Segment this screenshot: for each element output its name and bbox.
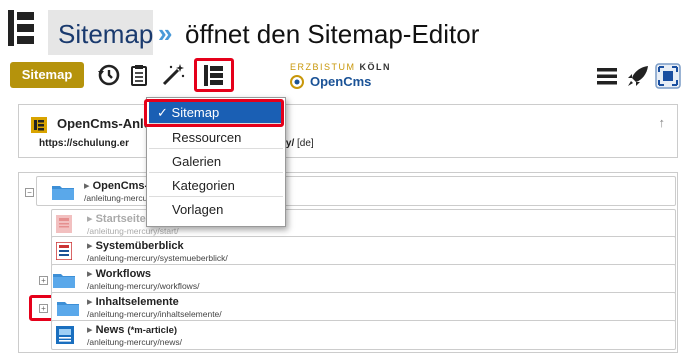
title-description: öffnet den Sitemap-Editor [185, 19, 480, 49]
menu-item-kategorien[interactable]: Kategorien [149, 175, 283, 197]
sitemap-tree: − ▸ OpenCms-Anlei /anleitung-mercury/ ▸ … [18, 172, 678, 353]
tree-item-label: Workflows [95, 268, 152, 280]
sitemap-button[interactable]: Sitemap [10, 62, 84, 88]
sitemap-page-icon [31, 117, 47, 133]
title-row: Sitemap » öffnet den Sitemap-Editor [0, 0, 683, 58]
tree-item-name: ▸ Systemüberblick [87, 239, 184, 252]
tree-item-path: /anleitung-mercury/news/ [87, 337, 182, 347]
tree-arrow: ▸ [87, 213, 93, 225]
clipboard-icon[interactable] [126, 62, 152, 88]
title-chip-label: Sitemap [58, 19, 154, 49]
tree-arrow: ▸ [87, 268, 93, 280]
history-icon[interactable] [96, 62, 122, 88]
tree-item-type: (*m-article) [127, 325, 178, 336]
fullscreen-icon[interactable] [655, 63, 681, 89]
tree-item-name: ▸ Inhaltselemente [87, 295, 179, 308]
logo-top-a: ERZBISTUM [290, 62, 356, 72]
folder-icon [52, 186, 74, 200]
menu-item-galerien[interactable]: Galerien [149, 151, 283, 173]
tree-item-label: Inhaltselemente [95, 296, 179, 308]
menu-item-vorlagen[interactable]: Vorlagen [149, 199, 283, 221]
title-arrow: » [158, 18, 173, 48]
title-chip: Sitemap [48, 10, 153, 55]
page-icon [56, 215, 72, 233]
tree-item-path: /anleitung-mercury/workflows/ [87, 281, 200, 291]
logo: ERZBISTUM KÖLN OpenCms [290, 62, 420, 90]
sitemap-icon-highlight [194, 58, 234, 92]
breadcrumb-url-prefix: https://schulung.er [39, 138, 129, 149]
tree-arrow: ▸ [87, 324, 93, 336]
tree-item-path: /anleitung-mercury/systemueberblick/ [87, 253, 228, 263]
tree-item-name: ▸ Startseite [87, 212, 146, 225]
menu-item-sitemap-highlight [144, 99, 284, 127]
sitemap-icon [8, 10, 34, 46]
tree-item-name: ▸ News (*m-article) [87, 323, 177, 336]
tree-row[interactable]: ▸ Systemüberblick /anleitung-mercury/sys… [51, 236, 676, 266]
folder-icon [53, 274, 75, 288]
tree-item-path: /anleitung-mercury/start/ [87, 226, 179, 236]
logo-top: ERZBISTUM KÖLN [290, 62, 391, 72]
tree-row[interactable]: ▸ Startseite /anleitung-mercury/start/ [51, 209, 676, 239]
tree-row[interactable]: ▸ Inhaltselemente /anleitung-mercury/inh… [51, 292, 676, 322]
tree-item-label: Startseite [95, 213, 146, 225]
folder-icon [57, 302, 79, 316]
menu-item-ressourcen[interactable]: Ressourcen [149, 127, 283, 149]
tree-row[interactable]: ▸ OpenCms-Anlei /anleitung-mercury/ [36, 176, 676, 206]
tree-item-label: News [95, 324, 125, 336]
tree-arrow: ▸ [87, 296, 93, 308]
rocket-icon[interactable] [626, 64, 650, 88]
magic-wand-icon[interactable] [160, 62, 186, 88]
tree-row[interactable]: ▸ News (*m-article) /anleitung-mercury/n… [51, 320, 676, 350]
hamburger-icon[interactable] [596, 66, 618, 86]
logo-top-b: KÖLN [359, 62, 392, 72]
tree-item-path: /anleitung-mercury/inhaltselemente/ [87, 309, 222, 319]
tree-item-name: ▸ Workflows [87, 267, 151, 280]
tree-row[interactable]: ▸ Workflows /anleitung-mercury/workflows… [51, 264, 676, 294]
breadcrumb-panel: OpenCms-Anleit https://schulung.ermercur… [18, 104, 678, 158]
logo-text: OpenCms [310, 74, 372, 89]
page-icon [56, 242, 72, 260]
up-arrow-icon[interactable]: ↑ [659, 115, 666, 130]
toolbar: Sitemap ERZBISTUM KÖLN OpenCms [0, 58, 683, 92]
tree-arrow: ▸ [84, 180, 90, 192]
tree-item-label: Systemüberblick [95, 240, 184, 252]
expand-toggle[interactable]: + [39, 276, 48, 285]
collapse-toggle[interactable]: − [25, 188, 34, 197]
breadcrumb-locale: [de] [297, 138, 314, 149]
article-icon [56, 326, 74, 344]
logo-mark-icon [290, 75, 304, 89]
screenshot-root: Sitemap » öffnet den Sitemap-Editor Site… [0, 0, 683, 353]
tree-arrow: ▸ [87, 240, 93, 252]
